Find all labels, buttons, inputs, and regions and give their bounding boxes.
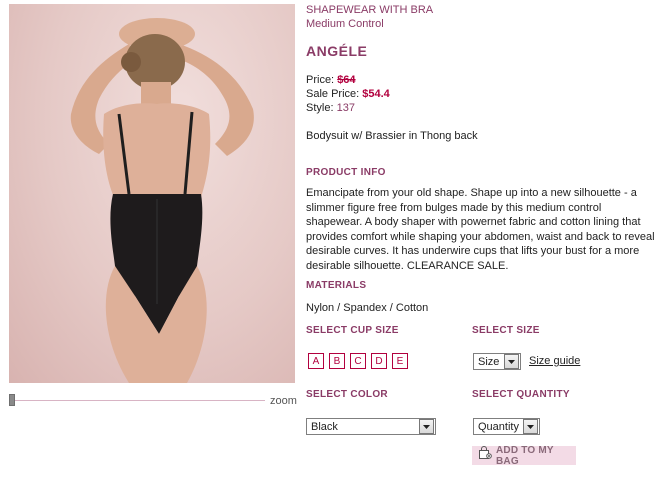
quantity-heading: SELECT QUANTITY [472, 389, 570, 400]
sale-price-row: Sale Price: $54.4 [306, 88, 390, 100]
product-info-text: Emancipate from your old shape. Shape up… [306, 186, 661, 273]
product-info-line: shapewear. A body shaper with powernet f… [306, 216, 641, 228]
product-name: ANGÉLE [306, 43, 368, 59]
quantity-select[interactable]: Quantity [473, 418, 540, 435]
add-to-bag-button[interactable]: ADD TO MY BAG [472, 444, 576, 467]
materials-value: Nylon / Spandex / Cotton [306, 302, 429, 314]
size-guide-link[interactable]: Size guide [529, 355, 580, 367]
product-info-line: desirable curves. It has underwire cups … [306, 245, 640, 257]
color-heading: SELECT COLOR [306, 389, 388, 400]
chevron-down-icon [419, 419, 434, 434]
size-select[interactable]: Size [473, 353, 521, 370]
cup-size-a[interactable]: A [308, 353, 324, 369]
shopping-bag-icon [478, 446, 492, 465]
style-row: Style: 137 [306, 102, 355, 114]
zoom-slider-handle[interactable] [9, 394, 15, 406]
chevron-down-icon [523, 419, 538, 434]
style-number: 137 [336, 102, 355, 114]
cup-size-options: A B C D E [308, 353, 408, 369]
zoom-label: zoom [270, 395, 297, 407]
price-label: Price: [306, 74, 335, 86]
product-info-line: slimmer figure free from bulges made by … [306, 201, 602, 214]
price-row: Price: $64 [306, 74, 356, 86]
product-info-heading: PRODUCT INFO [306, 167, 386, 178]
product-image[interactable] [9, 4, 295, 383]
product-info-line: Emancipate from your old shape. Shape up… [306, 187, 637, 199]
add-to-bag-label: ADD TO MY BAG [496, 444, 554, 467]
chevron-down-icon [504, 354, 519, 369]
product-control-level: Medium Control [306, 18, 384, 30]
product-info-line: desirable silhouette. CLEARANCE SALE. [306, 259, 509, 272]
cup-size-heading: SELECT CUP SIZE [306, 325, 399, 336]
sale-price: $54.4 [362, 88, 390, 100]
sale-price-label: Sale Price: [306, 88, 360, 100]
style-label: Style: [306, 102, 334, 114]
cup-size-b[interactable]: B [329, 353, 345, 369]
color-select-value: Black [311, 420, 338, 433]
original-price: $64 [337, 74, 356, 86]
quantity-select-value: Quantity [478, 420, 519, 433]
size-heading: SELECT SIZE [472, 325, 540, 336]
size-select-value: Size [478, 355, 500, 368]
short-description: Bodysuit w/ Brassier in Thong back [306, 130, 478, 142]
cup-size-e[interactable]: E [392, 353, 408, 369]
zoom-slider-track[interactable] [10, 400, 265, 401]
materials-heading: MATERIALS [306, 280, 367, 291]
color-select[interactable]: Black [306, 418, 436, 435]
cup-size-c[interactable]: C [350, 353, 366, 369]
cup-size-d[interactable]: D [371, 353, 387, 369]
product-info-line: provides comfort while shaping your abdo… [306, 230, 655, 243]
product-photo-illustration [70, 18, 254, 383]
product-category: SHAPEWEAR WITH BRA [306, 4, 434, 16]
